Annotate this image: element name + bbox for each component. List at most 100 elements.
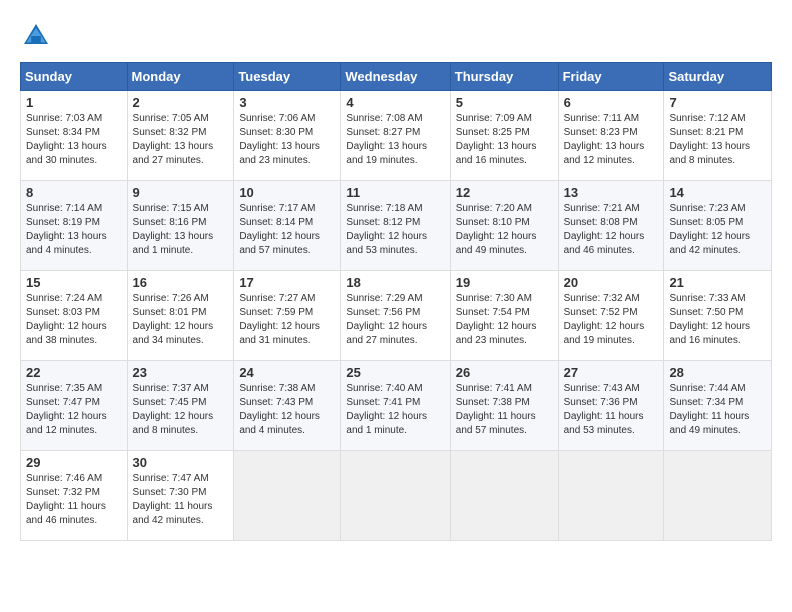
calendar-day-cell: 23 Sunrise: 7:37 AM Sunset: 7:45 PM Dayli…: [127, 361, 234, 451]
day-info: Sunrise: 7:41 AM Sunset: 7:38 PM Dayligh…: [456, 382, 553, 438]
calendar-day-cell: [341, 451, 450, 541]
calendar-day-cell: 27Sunrise: 7:43 AM Sunset: 7:36 PM Dayli…: [558, 361, 664, 451]
day-header-thursday: Thursday: [450, 63, 558, 91]
day-number: 9: [133, 185, 229, 200]
calendar-day-cell: 10 Sunrise: 7:17 AM Sunset: 8:14 PM Dayli…: [234, 181, 341, 271]
day-info: Sunrise: 7:32 AM Sunset: 7:52 PM Dayligh…: [564, 292, 659, 348]
day-number: 16: [133, 275, 229, 290]
day-number: 5: [456, 95, 553, 110]
calendar-day-cell: 3 Sunrise: 7:06 AM Sunset: 8:30 PM Daylig…: [234, 91, 341, 181]
day-header-wednesday: Wednesday: [341, 63, 450, 91]
day-info: Sunrise: 7:12 AM Sunset: 8:21 PM Dayligh…: [669, 112, 766, 168]
calendar-day-cell: 13 Sunrise: 7:21 AM Sunset: 8:08 PM Dayli…: [558, 181, 664, 271]
day-header-tuesday: Tuesday: [234, 63, 341, 91]
calendar-day-cell: 19 Sunrise: 7:30 AM Sunset: 7:54 PM Dayli…: [450, 271, 558, 361]
day-info: Sunrise: 7:06 AM Sunset: 8:30 PM Dayligh…: [239, 112, 335, 168]
calendar-day-cell: 2 Sunrise: 7:05 AM Sunset: 8:32 PM Daylig…: [127, 91, 234, 181]
calendar-week-row: 29 Sunrise: 7:46 AM Sunset: 7:32 PM Dayli…: [21, 451, 772, 541]
day-info: Sunrise: 7:40 AM Sunset: 7:41 PM Dayligh…: [346, 382, 444, 438]
day-number: 26: [456, 365, 553, 380]
day-info: Sunrise: 7:30 AM Sunset: 7:54 PM Dayligh…: [456, 292, 553, 348]
calendar-week-row: 15Sunrise: 7:24 AM Sunset: 8:03 PM Dayli…: [21, 271, 772, 361]
calendar-day-cell: 22Sunrise: 7:35 AM Sunset: 7:47 PM Dayli…: [21, 361, 128, 451]
day-info: Sunrise: 7:37 AM Sunset: 7:45 PM Dayligh…: [133, 382, 229, 438]
calendar-header-row: SundayMondayTuesdayWednesdayThursdayFrid…: [21, 63, 772, 91]
logo-icon: [20, 20, 52, 52]
day-number: 6: [564, 95, 659, 110]
day-header-monday: Monday: [127, 63, 234, 91]
day-number: 28: [669, 365, 766, 380]
day-info: Sunrise: 7:27 AM Sunset: 7:59 PM Dayligh…: [239, 292, 335, 348]
day-info: Sunrise: 7:08 AM Sunset: 8:27 PM Dayligh…: [346, 112, 444, 168]
calendar-day-cell: [558, 451, 664, 541]
calendar-week-row: 1 Sunrise: 7:03 AM Sunset: 8:34 PM Daylig…: [21, 91, 772, 181]
day-info: Sunrise: 7:21 AM Sunset: 8:08 PM Dayligh…: [564, 202, 659, 258]
calendar-day-cell: 15Sunrise: 7:24 AM Sunset: 8:03 PM Dayli…: [21, 271, 128, 361]
logo: [20, 20, 56, 52]
calendar-day-cell: 9 Sunrise: 7:15 AM Sunset: 8:16 PM Daylig…: [127, 181, 234, 271]
calendar-day-cell: 17 Sunrise: 7:27 AM Sunset: 7:59 PM Dayli…: [234, 271, 341, 361]
day-info: Sunrise: 7:47 AM Sunset: 7:30 PM Dayligh…: [133, 472, 229, 528]
day-number: 13: [564, 185, 659, 200]
day-number: 25: [346, 365, 444, 380]
day-number: 2: [133, 95, 229, 110]
day-number: 27: [564, 365, 659, 380]
day-number: 10: [239, 185, 335, 200]
page-header: [20, 20, 772, 52]
day-number: 8: [26, 185, 122, 200]
day-info: Sunrise: 7:38 AM Sunset: 7:43 PM Dayligh…: [239, 382, 335, 438]
calendar-day-cell: 26 Sunrise: 7:41 AM Sunset: 7:38 PM Dayli…: [450, 361, 558, 451]
day-number: 29: [26, 455, 122, 470]
day-number: 4: [346, 95, 444, 110]
calendar-week-row: 22Sunrise: 7:35 AM Sunset: 7:47 PM Dayli…: [21, 361, 772, 451]
calendar-day-cell: 30 Sunrise: 7:47 AM Sunset: 7:30 PM Dayli…: [127, 451, 234, 541]
calendar-day-cell: 12 Sunrise: 7:20 AM Sunset: 8:10 PM Dayli…: [450, 181, 558, 271]
calendar-day-cell: 6 Sunrise: 7:11 AM Sunset: 8:23 PM Daylig…: [558, 91, 664, 181]
day-info: Sunrise: 7:20 AM Sunset: 8:10 PM Dayligh…: [456, 202, 553, 258]
calendar-day-cell: [450, 451, 558, 541]
calendar-table: SundayMondayTuesdayWednesdayThursdayFrid…: [20, 62, 772, 541]
day-info: Sunrise: 7:03 AM Sunset: 8:34 PM Dayligh…: [26, 112, 122, 168]
calendar-week-row: 8 Sunrise: 7:14 AM Sunset: 8:19 PM Daylig…: [21, 181, 772, 271]
day-info: Sunrise: 7:11 AM Sunset: 8:23 PM Dayligh…: [564, 112, 659, 168]
day-info: Sunrise: 7:09 AM Sunset: 8:25 PM Dayligh…: [456, 112, 553, 168]
day-info: Sunrise: 7:44 AM Sunset: 7:34 PM Dayligh…: [669, 382, 766, 438]
day-number: 7: [669, 95, 766, 110]
day-number: 1: [26, 95, 122, 110]
day-number: 21: [669, 275, 766, 290]
calendar-day-cell: 7 Sunrise: 7:12 AM Sunset: 8:21 PM Daylig…: [664, 91, 772, 181]
day-number: 3: [239, 95, 335, 110]
day-info: Sunrise: 7:14 AM Sunset: 8:19 PM Dayligh…: [26, 202, 122, 258]
day-info: Sunrise: 7:17 AM Sunset: 8:14 PM Dayligh…: [239, 202, 335, 258]
calendar-day-cell: 25 Sunrise: 7:40 AM Sunset: 7:41 PM Dayli…: [341, 361, 450, 451]
calendar-day-cell: 5 Sunrise: 7:09 AM Sunset: 8:25 PM Daylig…: [450, 91, 558, 181]
day-number: 23: [133, 365, 229, 380]
calendar-day-cell: 4 Sunrise: 7:08 AM Sunset: 8:27 PM Daylig…: [341, 91, 450, 181]
calendar-day-cell: 8 Sunrise: 7:14 AM Sunset: 8:19 PM Daylig…: [21, 181, 128, 271]
day-info: Sunrise: 7:18 AM Sunset: 8:12 PM Dayligh…: [346, 202, 444, 258]
calendar-day-cell: 24 Sunrise: 7:38 AM Sunset: 7:43 PM Dayli…: [234, 361, 341, 451]
day-header-saturday: Saturday: [664, 63, 772, 91]
day-header-sunday: Sunday: [21, 63, 128, 91]
day-info: Sunrise: 7:05 AM Sunset: 8:32 PM Dayligh…: [133, 112, 229, 168]
day-header-friday: Friday: [558, 63, 664, 91]
calendar-day-cell: [664, 451, 772, 541]
day-number: 30: [133, 455, 229, 470]
day-number: 22: [26, 365, 122, 380]
day-info: Sunrise: 7:26 AM Sunset: 8:01 PM Dayligh…: [133, 292, 229, 348]
day-number: 12: [456, 185, 553, 200]
calendar-day-cell: 21 Sunrise: 7:33 AM Sunset: 7:50 PM Dayli…: [664, 271, 772, 361]
day-number: 14: [669, 185, 766, 200]
calendar-day-cell: 16 Sunrise: 7:26 AM Sunset: 8:01 PM Dayli…: [127, 271, 234, 361]
day-info: Sunrise: 7:46 AM Sunset: 7:32 PM Dayligh…: [26, 472, 122, 528]
day-info: Sunrise: 7:29 AM Sunset: 7:56 PM Dayligh…: [346, 292, 444, 348]
calendar-day-cell: 18Sunrise: 7:29 AM Sunset: 7:56 PM Dayli…: [341, 271, 450, 361]
day-info: Sunrise: 7:15 AM Sunset: 8:16 PM Dayligh…: [133, 202, 229, 258]
calendar-day-cell: 28 Sunrise: 7:44 AM Sunset: 7:34 PM Dayli…: [664, 361, 772, 451]
day-info: Sunrise: 7:33 AM Sunset: 7:50 PM Dayligh…: [669, 292, 766, 348]
day-info: Sunrise: 7:24 AM Sunset: 8:03 PM Dayligh…: [26, 292, 122, 348]
day-number: 19: [456, 275, 553, 290]
day-number: 24: [239, 365, 335, 380]
calendar-day-cell: 14Sunrise: 7:23 AM Sunset: 8:05 PM Dayli…: [664, 181, 772, 271]
day-number: 17: [239, 275, 335, 290]
